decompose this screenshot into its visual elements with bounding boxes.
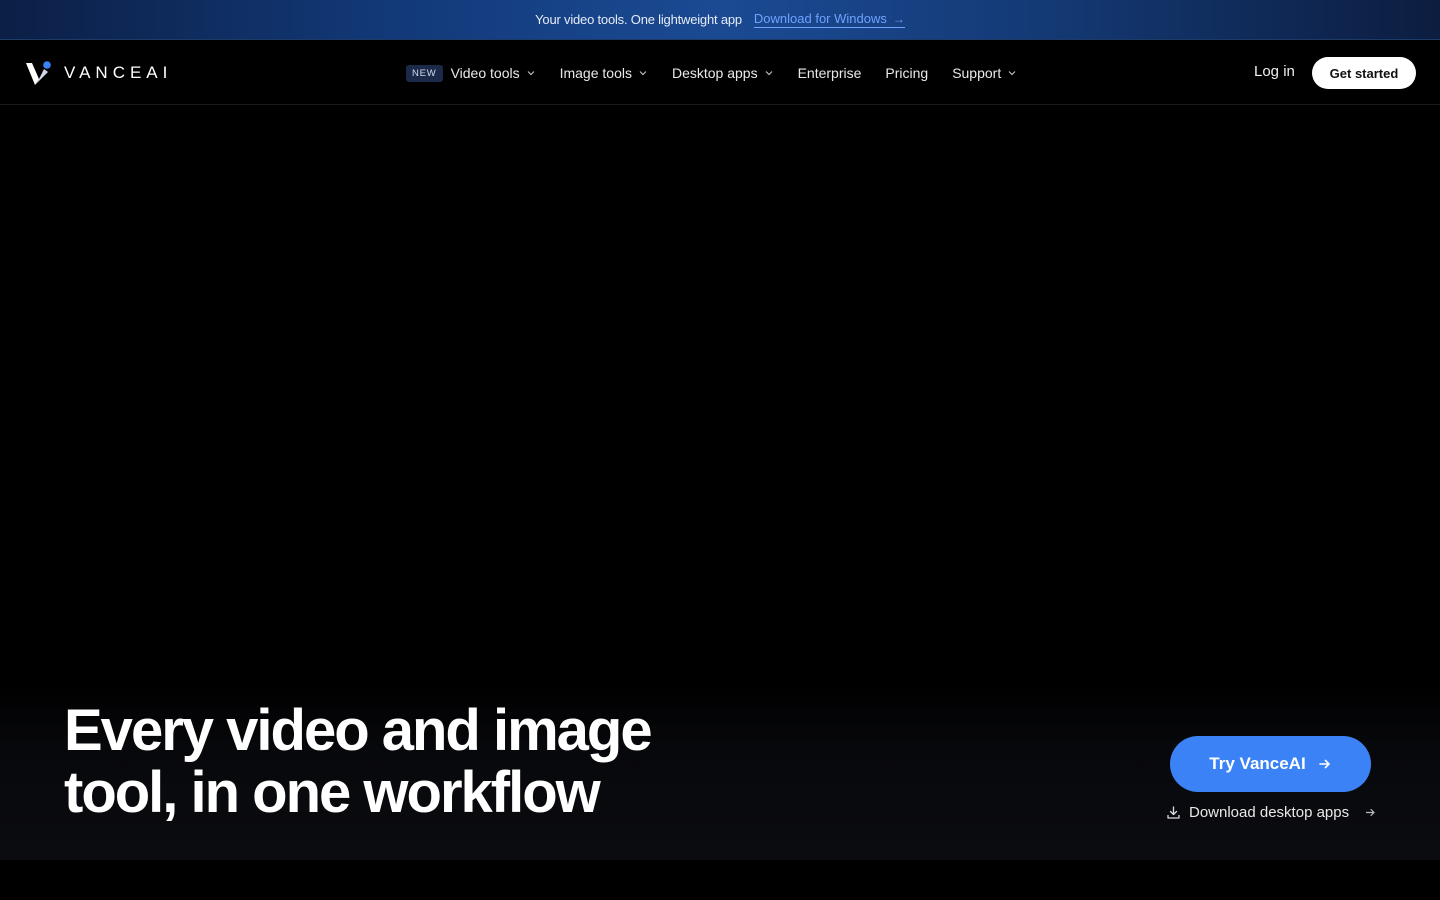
download-windows-label: Download for Windows bbox=[753, 11, 887, 26]
hero-headline: Every video and image tool, in one workf… bbox=[64, 698, 653, 825]
try-vanceai-label: Try VanceAI bbox=[1209, 754, 1306, 773]
main-navigation: VANCEAI NEW Video tools Image tools Desk… bbox=[0, 41, 1440, 105]
new-badge: NEW bbox=[406, 64, 443, 82]
nav-item-pricing[interactable]: Pricing bbox=[885, 65, 928, 81]
nav-item-enterprise[interactable]: Enterprise bbox=[798, 65, 862, 81]
nav-menu: NEW Video tools Image tools Desktop apps… bbox=[406, 41, 1017, 105]
chevron-down-icon bbox=[1008, 71, 1016, 76]
try-vanceai-button[interactable]: Try VanceAI bbox=[1170, 736, 1371, 792]
login-link[interactable]: Log in bbox=[1254, 63, 1295, 80]
nav-item-label: Support bbox=[952, 65, 1002, 81]
download-windows-link[interactable]: Download for Windows → bbox=[753, 11, 905, 28]
nav-item-label: Image tools bbox=[559, 65, 632, 81]
vanceai-logo-icon bbox=[26, 61, 51, 85]
announcement-message: Your video tools. One lightweight app bbox=[535, 12, 742, 27]
nav-item-label: Video tools bbox=[450, 65, 520, 81]
nav-item-video-tools[interactable]: NEW Video tools bbox=[406, 64, 536, 82]
chevron-down-icon bbox=[765, 71, 773, 76]
chevron-down-icon bbox=[527, 71, 535, 76]
logo[interactable]: VANCEAI bbox=[26, 61, 172, 85]
hero-video-area bbox=[0, 105, 1440, 685]
logo-wordmark: VANCEAI bbox=[64, 63, 173, 82]
nav-item-support[interactable]: Support bbox=[952, 65, 1017, 81]
nav-item-label: Pricing bbox=[885, 65, 929, 81]
get-started-button[interactable]: Get started bbox=[1312, 57, 1416, 89]
nav-item-image-tools[interactable]: Image tools bbox=[560, 65, 648, 81]
nav-item-label: Desktop apps bbox=[671, 65, 758, 81]
announcement-bar: Your video tools. One lightweight app Do… bbox=[0, 0, 1440, 40]
arrow-right-icon bbox=[1366, 808, 1375, 817]
nav-item-desktop-apps[interactable]: Desktop apps bbox=[672, 65, 774, 81]
chevron-down-icon bbox=[639, 71, 647, 76]
download-desktop-apps-link[interactable]: Download desktop apps bbox=[1166, 804, 1376, 821]
download-icon bbox=[1167, 806, 1180, 819]
arrow-right-icon: → bbox=[892, 11, 905, 26]
download-desktop-apps-label: Download desktop apps bbox=[1189, 804, 1350, 821]
arrow-right-icon bbox=[1318, 759, 1330, 769]
page-bottom-strip bbox=[0, 860, 1440, 900]
nav-item-label: Enterprise bbox=[797, 65, 862, 81]
